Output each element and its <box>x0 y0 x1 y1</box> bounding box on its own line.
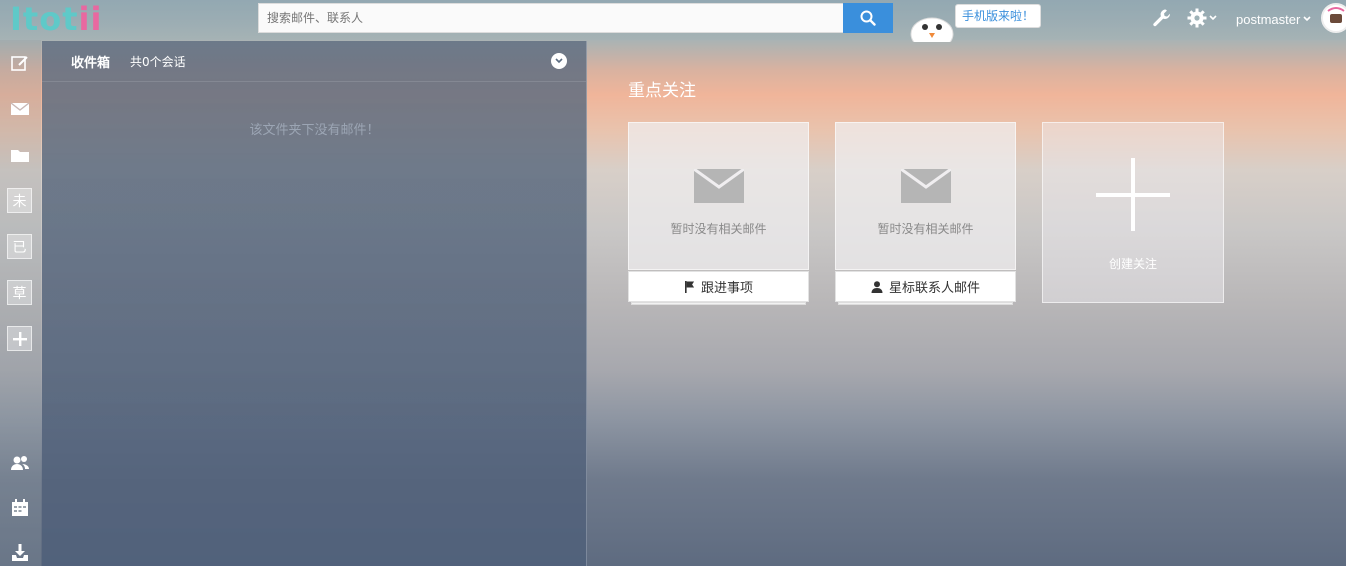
flag-icon <box>684 280 695 293</box>
top-bar: Itotii 手机版来啦！ <box>0 0 1346 42</box>
focus-section-title: 重点关注 <box>628 81 696 101</box>
logo-text: Itot <box>10 0 79 38</box>
followup-tab[interactable]: 跟进事项 <box>628 271 809 302</box>
gear-icon <box>1187 8 1207 28</box>
contacts-button[interactable] <box>7 450 32 475</box>
search-input[interactable] <box>258 3 844 33</box>
card-empty-text: 暂时没有相关邮件 <box>670 222 767 236</box>
download-tray-icon <box>11 543 28 561</box>
logo-accent-text: ii <box>78 0 103 38</box>
wrench-icon[interactable] <box>1152 8 1172 28</box>
calendar-button[interactable] <box>7 495 32 520</box>
folders-button[interactable] <box>7 142 32 167</box>
person-icon <box>871 280 883 293</box>
chevron-down-icon <box>1303 16 1311 22</box>
mascot-icon <box>910 17 954 42</box>
conversation-count: 共0个会话 <box>130 54 186 69</box>
user-name: postmaster <box>1236 11 1301 27</box>
add-folder-button[interactable] <box>7 326 32 351</box>
avatar-image <box>1323 5 1346 31</box>
calendar-icon <box>11 498 28 516</box>
read-filter-button[interactable]: 已 <box>7 234 32 259</box>
contacts-icon <box>10 455 29 470</box>
chevron-down-icon <box>555 58 563 64</box>
inbox-title[interactable]: 收件箱 <box>71 52 110 71</box>
starred-contacts-tab[interactable]: 星标联系人邮件 <box>835 271 1016 302</box>
netdisk-button[interactable] <box>7 540 32 565</box>
card-stack-edge <box>631 302 806 305</box>
plus-icon-bar <box>1096 193 1170 197</box>
compose-button[interactable] <box>7 50 32 75</box>
create-focus-label: 创建关注 <box>1108 257 1157 271</box>
search-button[interactable] <box>843 3 893 33</box>
inbox-panel: 收件箱 共0个会话 该文件夹下没有邮件！ <box>42 41 587 566</box>
inbox-options-button[interactable] <box>551 53 567 69</box>
chevron-down-icon <box>1209 15 1217 21</box>
card-stack-edge <box>838 302 1013 305</box>
inbox-header: 收件箱 共0个会话 <box>42 41 586 82</box>
unread-filter-button[interactable]: 未 <box>7 188 32 213</box>
plus-icon <box>12 331 27 346</box>
left-rail: 未 已 草 <box>0 40 41 566</box>
settings-menu[interactable] <box>1187 8 1217 28</box>
mobile-version-tip[interactable]: 手机版来啦！ <box>955 4 1042 28</box>
search-icon <box>860 10 876 26</box>
inbox-nav-button[interactable] <box>7 96 32 121</box>
compose-icon <box>10 55 28 71</box>
user-menu[interactable]: postmaster <box>1236 10 1311 28</box>
folder-icon <box>10 149 29 162</box>
envelope-icon <box>694 169 744 203</box>
avatar[interactable] <box>1321 3 1346 33</box>
app-logo[interactable]: Itotii <box>10 2 102 36</box>
starred-contacts-label: 星标联系人邮件 <box>888 281 980 296</box>
envelope-icon <box>10 101 29 115</box>
drafts-button[interactable]: 草 <box>7 280 32 305</box>
followup-label: 跟进事项 <box>700 281 753 296</box>
card-empty-text: 暂时没有相关邮件 <box>877 222 974 236</box>
focus-card-followup[interactable]: 暂时没有相关邮件 <box>628 122 809 270</box>
envelope-icon <box>901 169 951 203</box>
create-focus-button[interactable]: 创建关注 <box>1042 122 1224 303</box>
focus-card-starred[interactable]: 暂时没有相关邮件 <box>835 122 1016 270</box>
empty-folder-message: 该文件夹下没有邮件！ <box>249 123 380 138</box>
